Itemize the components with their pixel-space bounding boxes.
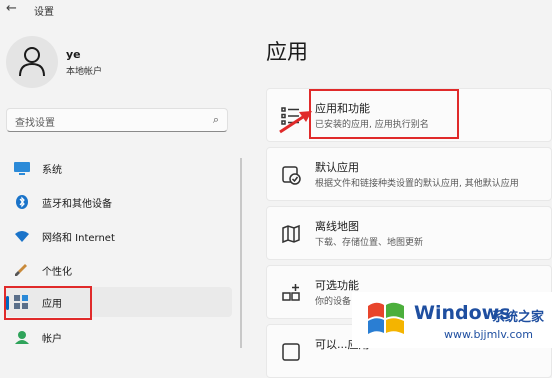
optional-features-icon [282, 284, 300, 301]
search-icon[interactable]: ⌕ [213, 113, 219, 127]
sidebar-item-label: 系统 [42, 165, 62, 176]
title-bar: ← 设置 [0, 0, 552, 20]
sidebar-item-personalization[interactable]: 个性化 [6, 255, 232, 285]
person-icon [19, 47, 45, 77]
account-type: 本地帐户 [66, 67, 103, 77]
card-description: 根据文件和链接种类设置的默认应用, 其他默认应用 [315, 179, 519, 189]
card-description: 下载、存储位置、地图更新 [315, 238, 424, 248]
default-apps-icon [282, 166, 301, 185]
highlight-box-card [309, 89, 459, 139]
account-icon [15, 331, 29, 344]
monitor-icon [14, 162, 30, 175]
wifi-icon [15, 231, 29, 242]
page-title: 应用 [266, 40, 308, 64]
card-title: 可选功能 [315, 279, 359, 292]
sidebar-item-label: 蓝牙和其他设备 [42, 199, 112, 210]
card-title: 离线地图 [315, 220, 359, 233]
sidebar-item-network[interactable]: 网络和 Internet [6, 221, 232, 251]
bluetooth-icon [16, 195, 28, 209]
app-icon [282, 343, 300, 361]
watermark: Windows 系统之家 www.bjjmlv.com [352, 292, 552, 348]
search-placeholder: 查找设置 [15, 118, 55, 129]
sidebar-item-label: 个性化 [42, 267, 72, 278]
sidebar-item-system[interactable]: 系统 [6, 153, 232, 183]
card-offline-maps[interactable]: 离线地图 下载、存储位置、地图更新 [266, 206, 552, 260]
window-title: 设置 [34, 7, 54, 18]
red-arrow-icon [279, 111, 312, 134]
card-default-apps[interactable]: 默认应用 根据文件和链接种类设置的默认应用, 其他默认应用 [266, 147, 552, 201]
watermark-brand-cn: 系统之家 [492, 310, 545, 325]
sidebar-item-label: 帐户 [42, 334, 62, 345]
sidebar-item-bluetooth[interactable]: 蓝牙和其他设备 [6, 187, 232, 217]
avatar [6, 36, 58, 88]
map-icon [282, 224, 300, 244]
sidebar-item-label: 网络和 Internet [42, 233, 115, 244]
user-name: ye [66, 48, 81, 61]
card-description: 你的设备 [315, 297, 352, 307]
back-arrow-icon[interactable]: ← [6, 1, 17, 16]
card-title: 默认应用 [315, 161, 359, 174]
watermark-url: www.bjjmlv.com [444, 328, 533, 341]
search-input[interactable]: 查找设置 ⌕ [6, 108, 228, 132]
pane-divider [240, 158, 242, 348]
brush-icon [15, 264, 27, 276]
highlight-box-sidebar [4, 286, 92, 320]
windows-logo-icon [368, 302, 404, 334]
